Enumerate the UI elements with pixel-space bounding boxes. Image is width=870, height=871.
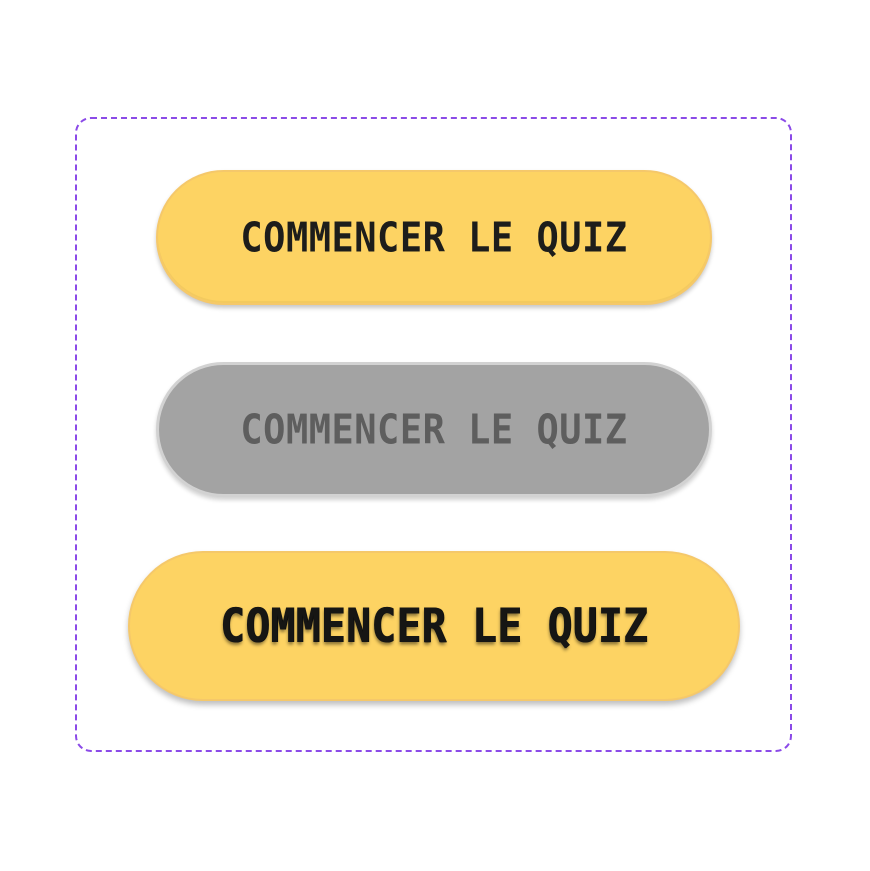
start-quiz-button[interactable]: COMMENCER LE QUIZ — [156, 170, 712, 305]
start-quiz-button-hover-label: COMMENCER LE QUIZ — [219, 598, 649, 654]
start-quiz-button-hover[interactable]: COMMENCER LE QUIZ — [128, 551, 740, 701]
start-quiz-button-disabled-label: COMMENCER LE QUIZ — [240, 405, 628, 454]
start-quiz-button-label: COMMENCER LE QUIZ — [240, 213, 628, 262]
start-quiz-button-disabled: COMMENCER LE QUIZ — [156, 362, 712, 497]
